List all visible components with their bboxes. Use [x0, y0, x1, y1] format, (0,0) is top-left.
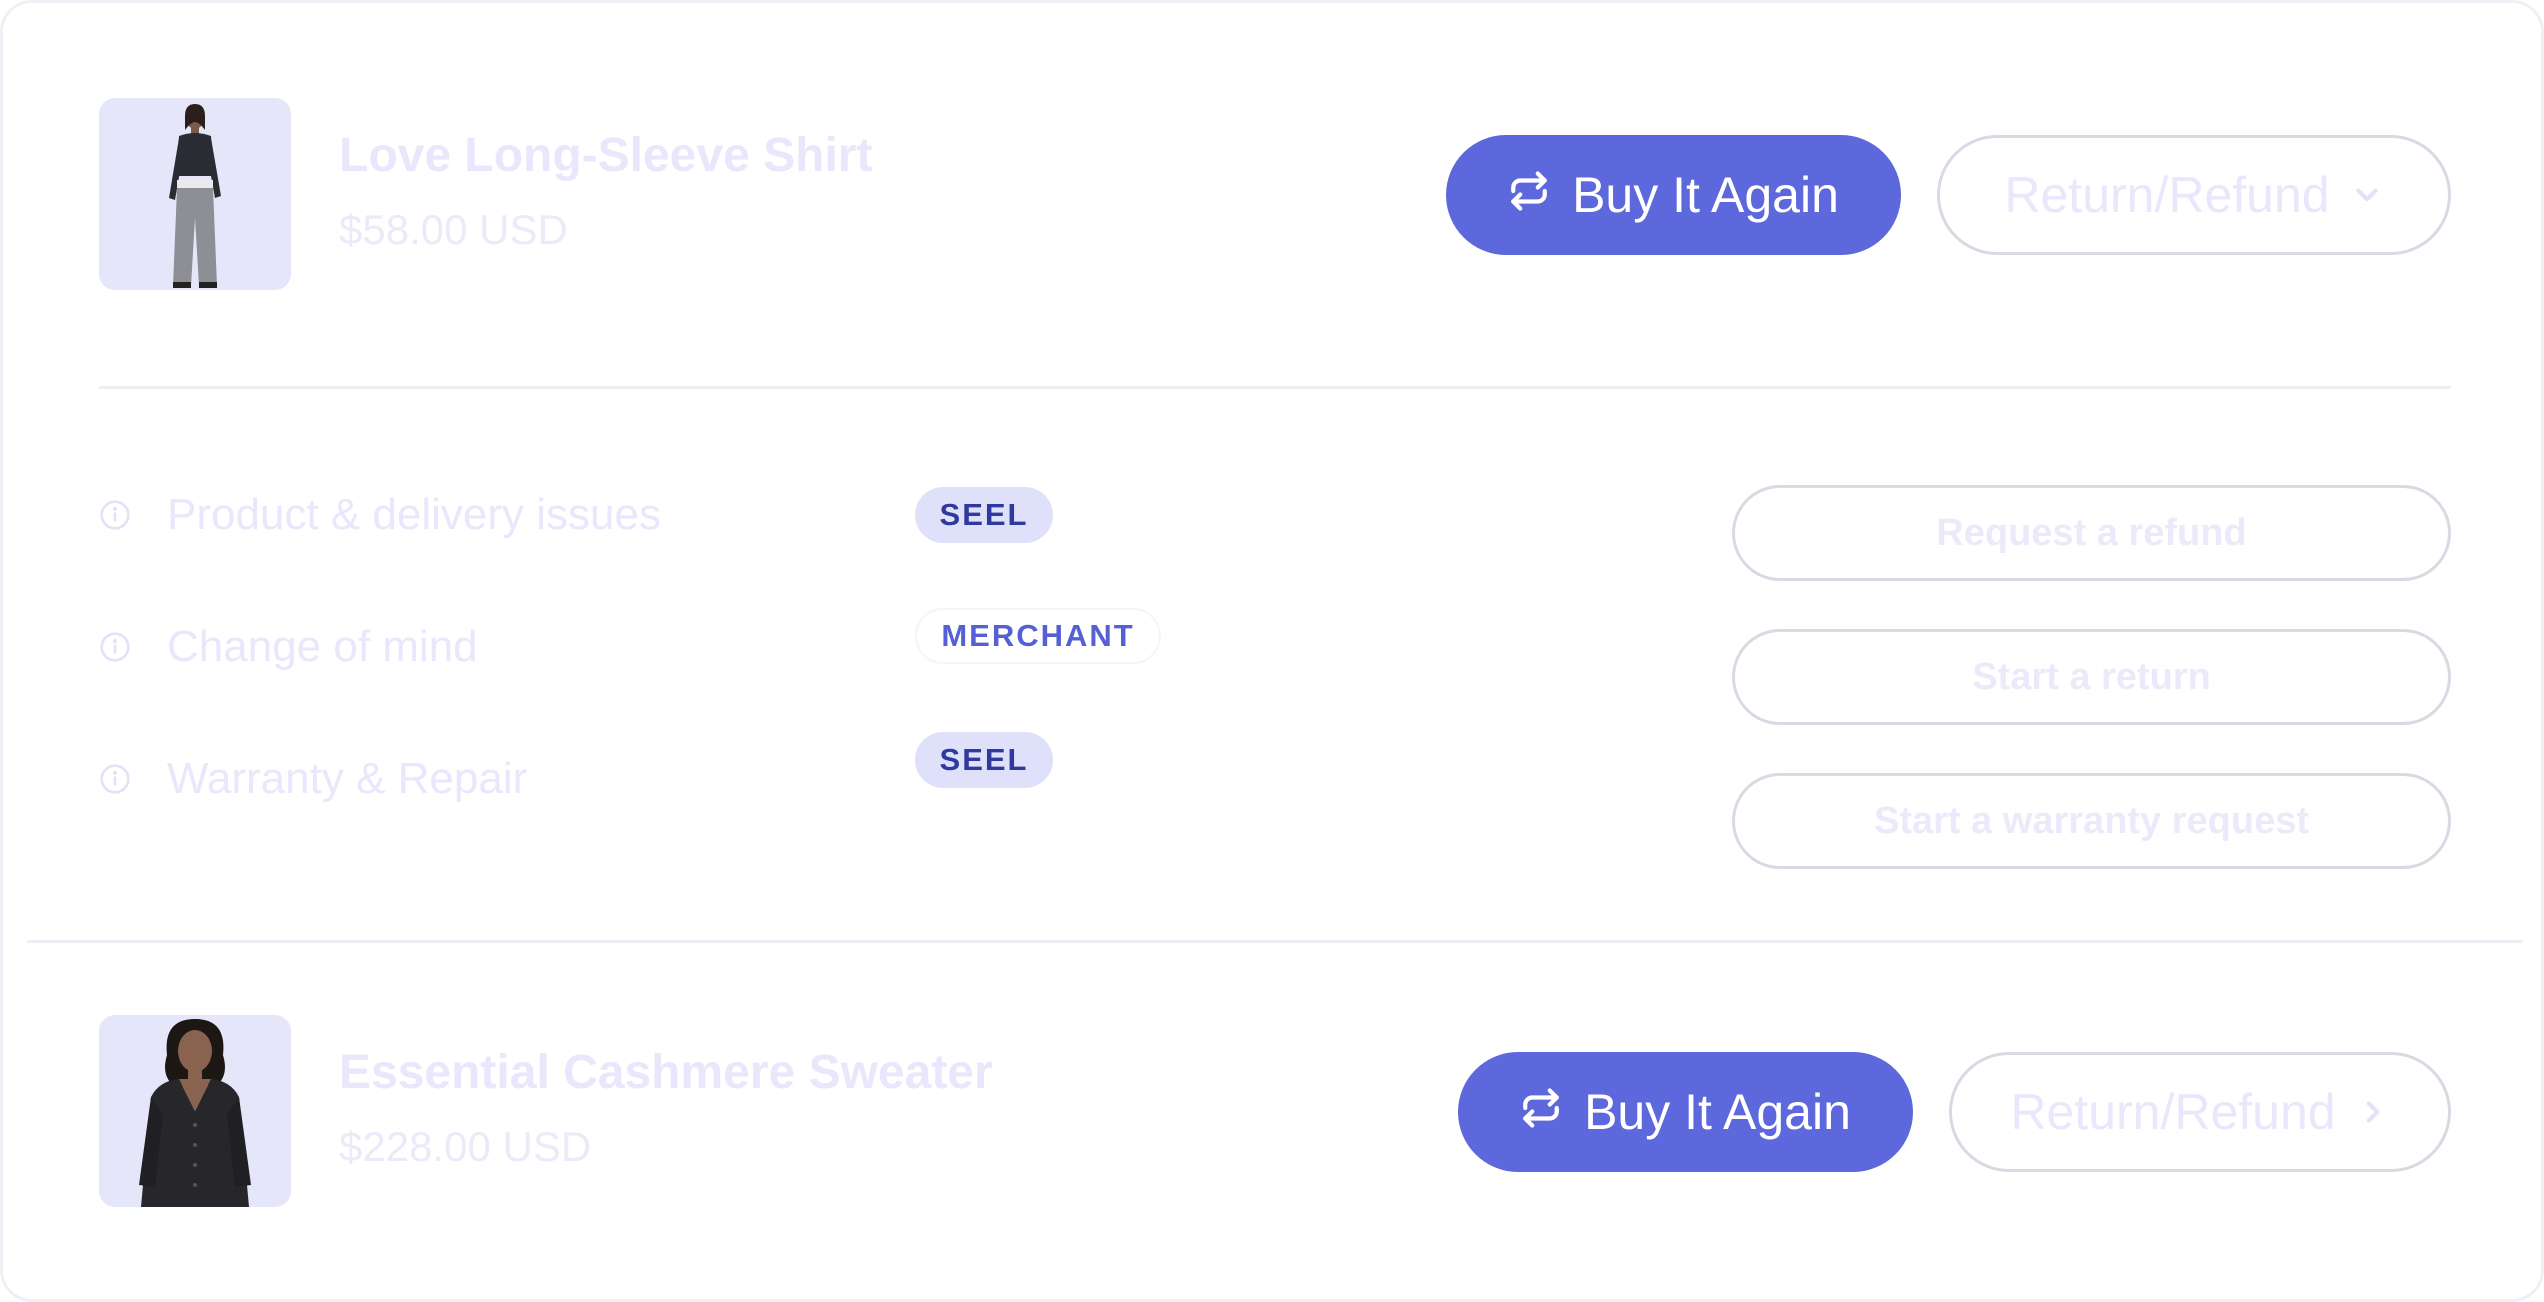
buy-it-again-label: Buy It Again: [1572, 167, 1839, 223]
issue-label: Warranty & Repair: [167, 754, 528, 803]
return-refund-label: Return/Refund: [2004, 167, 2330, 223]
product-name[interactable]: Love Long-Sleeve Shirt: [339, 128, 872, 183]
return-refund-dropdown-button[interactable]: Return/Refund: [1937, 135, 2451, 255]
repeat-icon: [1520, 1083, 1562, 1141]
merchant-badge: MERCHANT: [915, 608, 1161, 664]
issue-item-warranty-repair: Warranty & Repair: [99, 749, 527, 809]
seel-badge: SEEL: [915, 732, 1053, 788]
issue-item-change-of-mind: Change of mind: [99, 617, 478, 677]
chevron-down-icon: [2350, 166, 2384, 224]
buy-it-again-label: Buy It Again: [1584, 1084, 1851, 1140]
model-image: [169, 104, 221, 288]
product-name[interactable]: Essential Cashmere Sweater: [339, 1045, 993, 1100]
return-refund-button[interactable]: Return/Refund: [1949, 1052, 2451, 1172]
info-icon[interactable]: [99, 631, 131, 663]
order-items-card: Love Long-Sleeve Shirt $58.00 USD Buy It…: [0, 0, 2544, 1302]
model-image: [139, 1019, 251, 1207]
issue-item-product-delivery: Product & delivery issues: [99, 485, 661, 545]
start-return-button[interactable]: Start a return: [1732, 629, 2451, 725]
product-price: $228.00 USD: [339, 1123, 592, 1170]
product-thumbnail[interactable]: [99, 98, 291, 290]
repeat-icon: [1508, 166, 1550, 224]
product-thumbnail[interactable]: [99, 1015, 291, 1207]
return-refund-label: Return/Refund: [2010, 1084, 2336, 1140]
divider: [27, 940, 2523, 943]
issue-label: Change of mind: [167, 622, 478, 671]
buy-it-again-button[interactable]: Buy It Again: [1458, 1052, 1913, 1172]
issue-label: Product & delivery issues: [167, 490, 661, 539]
product-row: Essential Cashmere Sweater $228.00 USD B…: [3, 1015, 2544, 1215]
info-icon[interactable]: [99, 763, 131, 795]
request-refund-button[interactable]: Request a refund: [1732, 485, 2451, 581]
chevron-right-icon: [2356, 1083, 2390, 1141]
start-warranty-request-button[interactable]: Start a warranty request: [1732, 773, 2451, 869]
info-icon[interactable]: [99, 499, 131, 531]
product-row: Love Long-Sleeve Shirt $58.00 USD Buy It…: [3, 98, 2544, 298]
seel-badge: SEEL: [915, 487, 1053, 543]
buy-it-again-button[interactable]: Buy It Again: [1446, 135, 1901, 255]
divider: [99, 386, 2451, 389]
product-price: $58.00 USD: [339, 206, 568, 253]
